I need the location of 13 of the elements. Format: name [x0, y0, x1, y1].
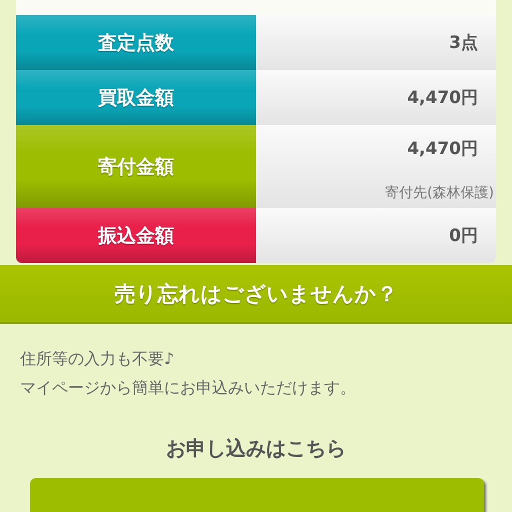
description-text: マイページから簡単にお申込みいただけます。: [20, 377, 357, 399]
row-label: 寄付金額: [16, 125, 256, 208]
row-label: 買取金額: [16, 70, 256, 125]
row-label: 振込金額: [16, 208, 256, 263]
row-value: 3点: [449, 32, 478, 54]
row-label: 査定点数: [16, 15, 256, 70]
section-header: 売り忘れはございませんか？: [0, 265, 512, 324]
row-value: 0円: [449, 225, 478, 247]
row-value: 4,470円: [407, 87, 478, 109]
description-text: 住所等の入力も不要♪: [20, 348, 176, 370]
row-note: 寄付先(森林保護): [385, 184, 494, 202]
apply-heading: お申し込みはこちら: [165, 435, 347, 462]
row-value: 4,470円: [407, 138, 478, 160]
